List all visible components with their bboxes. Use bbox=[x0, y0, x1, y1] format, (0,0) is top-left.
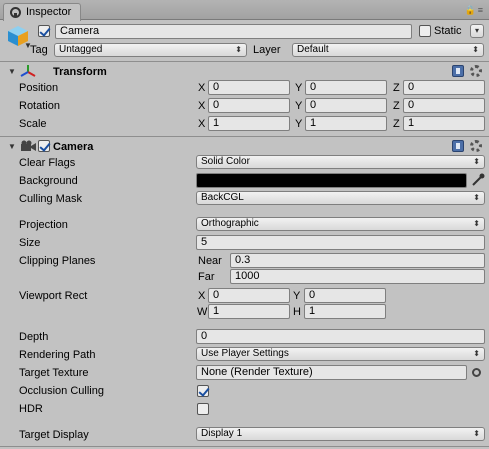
position-label: Position bbox=[19, 82, 59, 94]
divider bbox=[0, 61, 489, 62]
position-y-field[interactable]: 0 bbox=[305, 80, 387, 95]
size-field[interactable]: 5 bbox=[196, 235, 485, 250]
axis-z-label: Z bbox=[393, 82, 400, 94]
viewport-w-label: W bbox=[197, 306, 208, 318]
gear-icon[interactable] bbox=[470, 65, 482, 77]
rendering-path-dropdown[interactable]: Use Player Settings ⬍ bbox=[196, 347, 485, 361]
help-book-icon[interactable] bbox=[452, 140, 464, 152]
axis-z-label: Z bbox=[393, 118, 400, 130]
position-x-field[interactable]: 0 bbox=[208, 80, 290, 95]
viewport-h-label: H bbox=[293, 306, 301, 318]
projection-label: Projection bbox=[19, 219, 68, 231]
target-display-value: Display 1 bbox=[201, 428, 243, 439]
axis-y-label: Y bbox=[295, 100, 303, 112]
rotation-y-field[interactable]: 0 bbox=[305, 98, 387, 113]
divider bbox=[0, 446, 489, 447]
axis-y-label: Y bbox=[295, 118, 303, 130]
transform-axes-icon bbox=[20, 65, 36, 77]
viewport-h-field[interactable]: 1 bbox=[304, 304, 386, 319]
static-label: Static bbox=[434, 25, 462, 37]
tag-dropdown[interactable]: Untagged ⬍ bbox=[54, 43, 247, 57]
axis-x-label: X bbox=[198, 82, 206, 94]
viewport-w-field[interactable]: 1 bbox=[208, 304, 290, 319]
depth-label: Depth bbox=[19, 331, 49, 343]
rotation-x-field[interactable]: 0 bbox=[208, 98, 290, 113]
rendering-path-label: Rendering Path bbox=[19, 349, 96, 361]
projection-value: Orthographic bbox=[201, 218, 259, 229]
tab-options-icon[interactable]: 🔒≡ bbox=[465, 5, 485, 16]
tag-value: Untagged bbox=[59, 44, 103, 55]
eyedropper-icon[interactable] bbox=[471, 173, 485, 187]
viewport-rect-label: Viewport Rect bbox=[19, 290, 88, 302]
help-book-icon[interactable] bbox=[452, 65, 464, 77]
target-texture-field[interactable]: None (Render Texture) bbox=[196, 365, 467, 380]
camera-title: Camera bbox=[53, 141, 94, 153]
foldout-arrow-icon[interactable]: ▼ bbox=[8, 67, 16, 76]
static-dropdown[interactable]: ▾ bbox=[470, 24, 484, 38]
transform-title: Transform bbox=[53, 66, 107, 78]
clear-flags-value: Solid Color bbox=[201, 156, 250, 167]
axis-y-label: Y bbox=[295, 82, 303, 94]
tab-title: Inspector bbox=[26, 6, 72, 18]
rotation-label: Rotation bbox=[19, 100, 60, 112]
projection-dropdown[interactable]: Orthographic ⬍ bbox=[196, 217, 485, 231]
hdr-label: HDR bbox=[19, 403, 43, 415]
culling-mask-value: BackCGL bbox=[201, 192, 244, 203]
axis-x-label: X bbox=[198, 118, 206, 130]
axis-z-label: Z bbox=[393, 100, 400, 112]
static-checkbox[interactable] bbox=[419, 25, 431, 37]
clear-flags-label: Clear Flags bbox=[19, 157, 76, 169]
tag-label: Tag bbox=[30, 44, 48, 56]
tab-inspector[interactable]: Inspector bbox=[3, 3, 81, 21]
active-checkbox[interactable] bbox=[38, 25, 50, 37]
rendering-path-value: Use Player Settings bbox=[201, 348, 289, 359]
scale-y-field[interactable]: 1 bbox=[305, 116, 387, 131]
transform-header[interactable]: ▼ Transform bbox=[0, 63, 489, 81]
viewport-y-field[interactable]: 0 bbox=[304, 288, 386, 303]
layer-value: Default bbox=[297, 44, 329, 55]
foldout-arrow-icon[interactable]: ▼ bbox=[8, 142, 16, 151]
size-label: Size bbox=[19, 237, 41, 249]
axis-x-label: X bbox=[198, 100, 206, 112]
near-label: Near bbox=[198, 255, 222, 267]
camera-icon bbox=[21, 140, 36, 151]
near-field[interactable]: 0.3 bbox=[230, 253, 485, 268]
divider bbox=[0, 136, 489, 137]
layer-label: Layer bbox=[253, 44, 281, 56]
scale-label: Scale bbox=[19, 118, 47, 130]
culling-mask-label: Culling Mask bbox=[19, 193, 82, 205]
background-label: Background bbox=[19, 175, 78, 187]
viewport-x-label: X bbox=[198, 290, 206, 302]
background-color-field[interactable] bbox=[196, 173, 467, 188]
viewport-x-field[interactable]: 0 bbox=[208, 288, 290, 303]
hdr-checkbox[interactable] bbox=[197, 403, 209, 415]
clipping-planes-label: Clipping Planes bbox=[19, 255, 96, 267]
layer-dropdown[interactable]: Default ⬍ bbox=[292, 43, 484, 57]
clear-flags-dropdown[interactable]: Solid Color ⬍ bbox=[196, 155, 485, 169]
far-label: Far bbox=[198, 271, 215, 283]
camera-enabled-checkbox[interactable] bbox=[38, 140, 50, 152]
scale-x-field[interactable]: 1 bbox=[208, 116, 290, 131]
scale-z-field[interactable]: 1 bbox=[403, 116, 485, 131]
target-texture-label: Target Texture bbox=[19, 367, 89, 379]
target-display-label: Target Display bbox=[19, 429, 89, 441]
object-picker-icon[interactable] bbox=[472, 368, 481, 377]
culling-mask-dropdown[interactable]: BackCGL ⬍ bbox=[196, 191, 485, 205]
inspector-icon bbox=[10, 7, 21, 18]
position-z-field[interactable]: 0 bbox=[403, 80, 485, 95]
object-name-field[interactable]: Camera bbox=[55, 24, 412, 39]
camera-header[interactable]: ▼ Camera bbox=[0, 138, 489, 156]
depth-field[interactable]: 0 bbox=[196, 329, 485, 344]
occlusion-culling-label: Occlusion Culling bbox=[19, 385, 104, 397]
far-field[interactable]: 1000 bbox=[230, 269, 485, 284]
target-display-dropdown[interactable]: Display 1 ⬍ bbox=[196, 427, 485, 441]
viewport-y-label: Y bbox=[293, 290, 301, 302]
tab-bar: Inspector 🔒≡ bbox=[0, 0, 489, 21]
gear-icon[interactable] bbox=[470, 140, 482, 152]
rotation-z-field[interactable]: 0 bbox=[403, 98, 485, 113]
occlusion-culling-checkbox[interactable] bbox=[197, 385, 209, 397]
